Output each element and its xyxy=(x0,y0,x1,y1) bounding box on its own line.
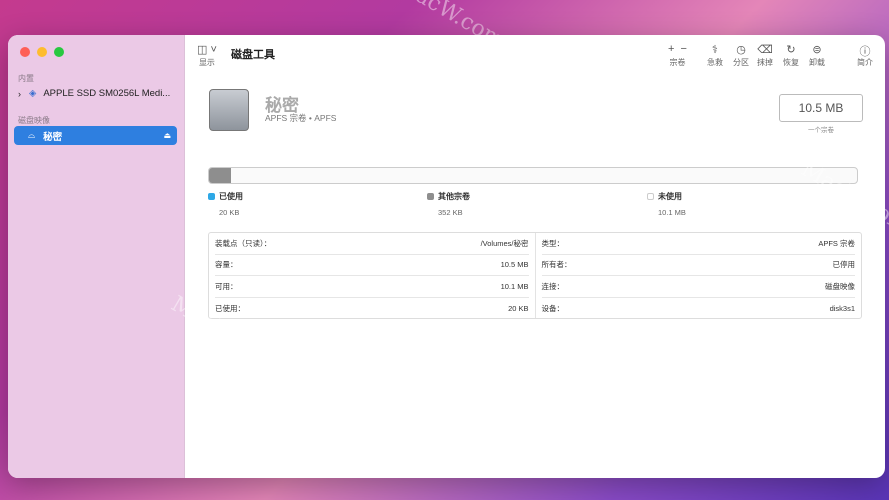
info-row: 容量： 10.5 MB xyxy=(215,255,529,276)
restore-button[interactable]: ↻ 恢复 xyxy=(783,43,799,68)
eject-icon[interactable]: ⏏ xyxy=(163,131,171,140)
toolbar-label: 急救 xyxy=(707,58,723,67)
sidebar-item-label: APPLE SSD SM0256L Medi... xyxy=(43,88,171,99)
legend-label: 已使用 xyxy=(219,192,243,201)
restore-icon: ↻ xyxy=(786,44,796,56)
sidebar-toggle-icon: ◫ ˅ xyxy=(197,44,217,56)
info-value: 磁盘映像 xyxy=(825,281,855,291)
info-value: 10.5 MB xyxy=(500,260,529,270)
used-swatch xyxy=(208,193,215,200)
free-swatch xyxy=(647,193,654,200)
legend-used: 已使用 20 KB xyxy=(208,191,243,217)
info-column-right: 类型： APFS 宗卷所有者： 已停用连接： 磁盘映像设备： disk3s1 xyxy=(534,233,862,320)
info-button[interactable]: ⓘ 简介 xyxy=(857,43,873,68)
info-column-left: 装载点（只读）： /Volumes/秘密容量： 10.5 MB 可用： 10.1 MB 已… xyxy=(209,233,535,318)
legend-value: 352 KB xyxy=(438,208,463,217)
info-value: 20 KB xyxy=(508,303,529,313)
info-row: 装载点（只读）： /Volumes/秘密 xyxy=(215,233,529,255)
erase-button[interactable]: ⌫ 抹掉 xyxy=(757,43,773,68)
chevron-right-icon[interactable]: › xyxy=(18,89,21,99)
volume-subtitle: APFS 宗卷 • APFS xyxy=(265,113,337,123)
external-drive-icon xyxy=(209,89,249,131)
toolbar-label: 恢复 xyxy=(783,58,799,67)
volume-button[interactable]: + − 宗卷 xyxy=(668,43,687,68)
disk-utility-window: 内置 › ◈ APPLE SSD SM0256L Medi... 磁盘映像 ⌓ … xyxy=(8,35,885,478)
legend-label: 其他宗卷 xyxy=(438,192,470,201)
info-row: 所有者： 已停用 xyxy=(541,255,856,276)
volume-size: 10.5 MB xyxy=(779,94,863,122)
info-row: 类型： APFS 宗卷 xyxy=(541,233,855,255)
info-row: 可用： 10.1 MB xyxy=(215,276,529,298)
sidebar: 内置 › ◈ APPLE SSD SM0256L Medi... 磁盘映像 ⌓ … xyxy=(8,35,185,478)
info-icon: ⓘ xyxy=(859,46,871,58)
partition-button[interactable]: ◷ 分区 xyxy=(733,43,749,68)
info-table: 装载点（只读）： /Volumes/秘密容量： 10.5 MB 可用： 10.1 MB 已… xyxy=(208,232,862,319)
info-value: 已停用 xyxy=(832,260,856,270)
info-key: 容量： xyxy=(215,260,238,270)
view-label: 显示 xyxy=(198,58,215,67)
info-value: APFS 宗卷 xyxy=(818,238,855,248)
plus-minus-icon: + − xyxy=(668,43,687,55)
info-row: 连接： 磁盘映像 xyxy=(541,276,855,298)
legend-value: 20 KB xyxy=(219,208,240,217)
info-key: 类型： xyxy=(541,238,565,248)
toolbar-label: 卸载 xyxy=(809,58,825,67)
close-button[interactable] xyxy=(20,47,30,57)
info-key: 所有者： xyxy=(541,260,572,270)
usage-bar xyxy=(208,167,858,184)
toolbar-label: 抹掉 xyxy=(757,58,773,67)
partition-icon: ◷ xyxy=(736,44,746,56)
unmount-icon: ⊜ xyxy=(812,44,822,56)
toolbar-label: 简介 xyxy=(857,58,873,67)
minimize-button[interactable] xyxy=(37,47,47,57)
legend-value: 10.1 MB xyxy=(658,208,686,217)
other-swatch xyxy=(427,193,434,200)
sidebar-item-secret[interactable]: ⌓ 秘密 ⏏ xyxy=(14,126,177,145)
stethoscope-icon: ⚕ xyxy=(712,44,718,56)
info-row: 已使用： 20 KB xyxy=(215,298,529,320)
info-value: 10.1 MB xyxy=(500,281,529,291)
legend-free: 未使用 10.1 MB xyxy=(647,191,686,217)
volume-count: 一个宗卷 xyxy=(808,127,834,134)
drive-icon: ⌓ xyxy=(28,130,36,140)
toolbar-label: 分区 xyxy=(733,58,749,67)
info-key: 设备： xyxy=(541,303,565,313)
toolbar-label: 宗卷 xyxy=(669,58,686,67)
sidebar-item-apple-ssd[interactable]: › ◈ APPLE SSD SM0256L Medi... xyxy=(14,84,177,103)
view-button[interactable]: ◫ ˅ 显示 xyxy=(197,43,217,68)
usage-bar-fill xyxy=(209,168,232,183)
zoom-button[interactable] xyxy=(54,47,64,57)
section-internal: 内置 xyxy=(18,74,34,83)
info-value: /Volumes/秘密 xyxy=(480,238,529,248)
legend-other: 其他宗卷 352 KB xyxy=(427,191,470,217)
main-pane: ◫ ˅ 显示 磁盘工具 + − 宗卷 ⚕ 急救 ◷ 分区 ⌫ 抹掉 ↻ 恢复 ⊜ 卸载 ⓘ 简介… xyxy=(185,35,885,478)
sidebar-item-label: 秘密 xyxy=(43,131,63,143)
info-key: 已使用： xyxy=(215,303,245,313)
app-title: 磁盘工具 xyxy=(231,49,275,61)
section-disk-images: 磁盘映像 xyxy=(18,116,50,125)
info-key: 连接： xyxy=(541,281,565,291)
legend-label: 未使用 xyxy=(658,192,682,201)
stack-icon: ◈ xyxy=(29,88,37,99)
first-aid-button[interactable]: ⚕ 急救 xyxy=(707,43,723,68)
info-row: 设备： disk3s1 xyxy=(542,298,856,320)
info-key: 可用： xyxy=(215,281,238,291)
info-key: 装载点（只读）： xyxy=(215,238,272,248)
unmount-button[interactable]: ⊜ 卸载 xyxy=(809,43,825,68)
erase-icon: ⌫ xyxy=(757,44,773,56)
info-value: disk3s1 xyxy=(829,303,855,313)
